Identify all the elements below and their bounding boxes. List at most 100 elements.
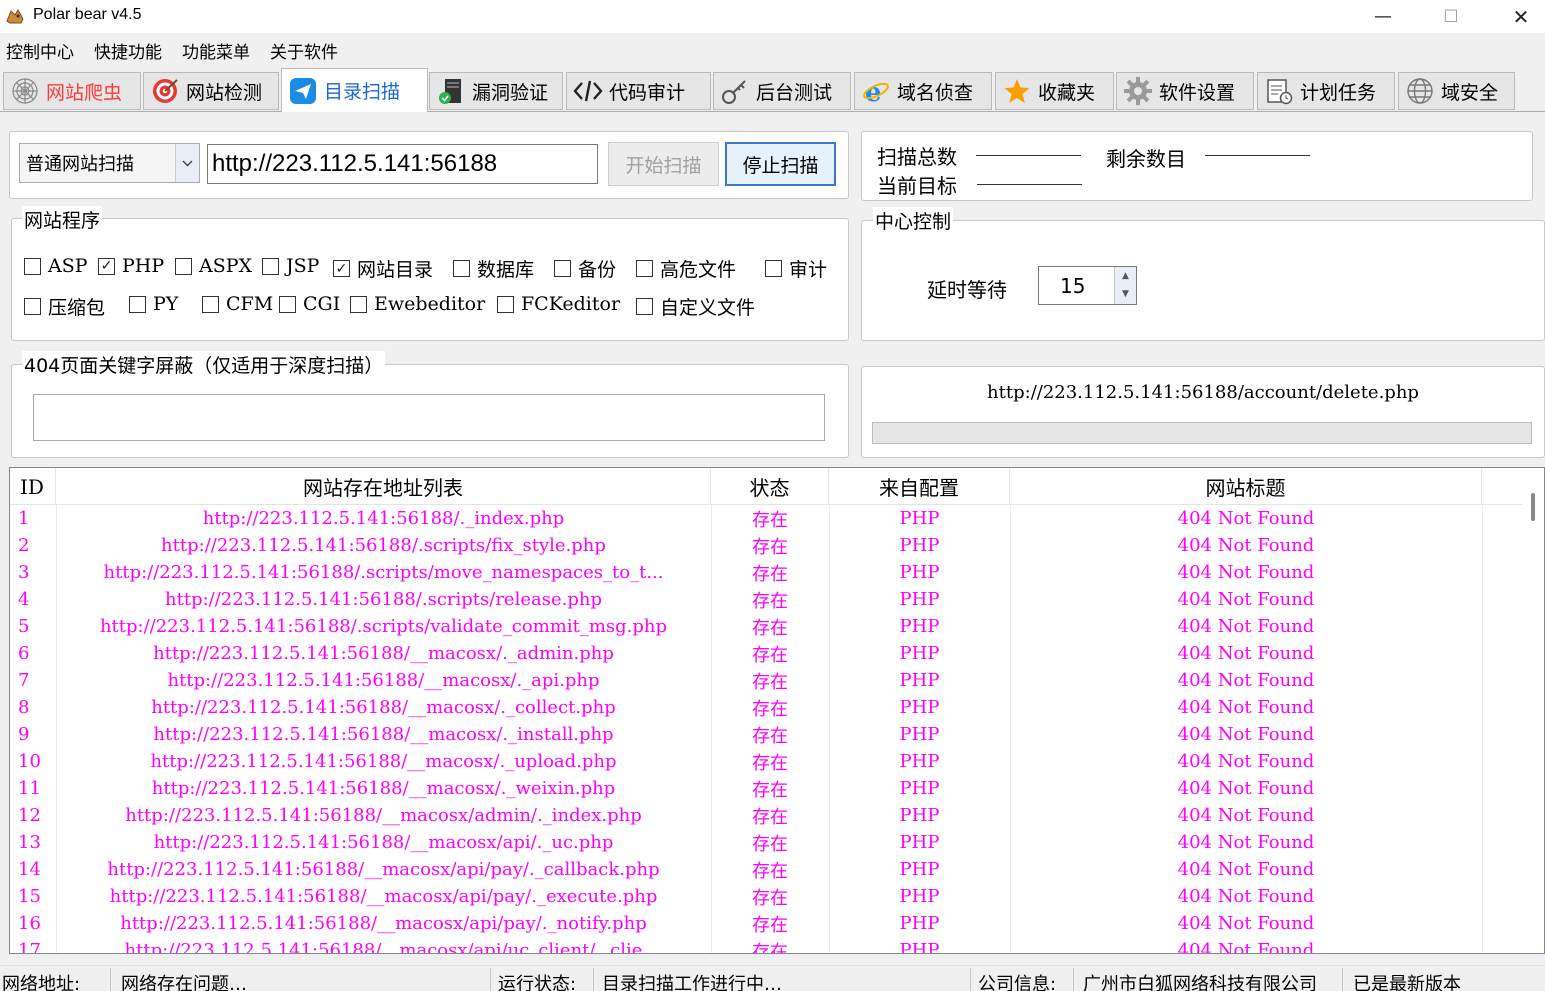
tab-code-audit[interactable]: 代码审计 [566,72,711,110]
menu-item-control-center[interactable]: 控制中心 [6,38,74,63]
close-button[interactable]: ✕ [1498,0,1544,33]
checkbox-box[interactable] [636,298,653,315]
row-title: 404 Not Found [1177,616,1315,637]
checkbox-box[interactable] [350,295,367,313]
row-id: 9 [18,724,30,745]
tab-site-detect[interactable]: 网站检测 [143,72,279,110]
checkbox-database[interactable]: 数据库 [453,255,534,282]
tab-dir-scan[interactable]: 目录扫描 [281,68,428,112]
menu-item-quick-functions[interactable]: 快捷功能 [94,38,162,63]
table-row[interactable]: 8 http://223.112.5.141:56188/__macosx/._c… [10,694,1520,721]
checkbox-cfm[interactable]: CFM [202,293,273,315]
table-row[interactable]: 12 http://223.112.5.141:56188/__macosx/ad… [10,802,1520,829]
row-id: 13 [18,832,41,853]
vertical-scrollbar[interactable] [1522,468,1544,953]
checkbox-py[interactable]: PY [129,293,178,315]
column-header-title[interactable]: 网站标题 [1010,468,1482,505]
chevron-down-icon[interactable]: ▼ [1115,285,1136,303]
tab-spider[interactable]: 网站爬虫 [3,72,141,110]
chevron-down-icon[interactable] [175,144,199,182]
checkbox-risky-files[interactable]: 高危文件 [636,255,736,282]
table-row[interactable]: 9 http://223.112.5.141:56188/__macosx/._i… [10,721,1520,748]
column-header-status[interactable]: 状态 [711,468,829,505]
checkbox-box[interactable] [765,260,782,277]
checkbox-box[interactable] [453,260,470,277]
table-row[interactable]: 4 http://223.112.5.141:56188/.scripts/rel… [10,586,1520,613]
tab-settings[interactable]: 软件设置 [1116,72,1254,110]
minimize-button[interactable]: — [1360,0,1406,33]
checkbox-fckeditor[interactable]: FCKeditor [497,293,620,315]
table-row[interactable]: 13 http://223.112.5.141:56188/__macosx/ap… [10,829,1520,856]
table-row[interactable]: 10 http://223.112.5.141:56188/__macosx/._… [10,748,1520,775]
checkbox-box[interactable] [129,295,146,313]
site-program-title: 网站程序 [22,206,103,233]
table-row[interactable]: 5 http://223.112.5.141:56188/.scripts/val… [10,613,1520,640]
tab-domain-security[interactable]: 域安全 [1398,72,1515,110]
column-header-url[interactable]: 网站存在地址列表 [56,468,711,505]
checkbox-jsp[interactable]: JSP [262,255,319,277]
target-url-input[interactable]: http://223.112.5.141:56188 [207,144,598,184]
checkbox-custom-files[interactable]: 自定义文件 [636,293,755,320]
column-header-id[interactable]: ID [10,468,56,505]
table-row[interactable]: 3 http://223.112.5.141:56188/.scripts/mov… [10,559,1520,586]
table-row[interactable]: 1 http://223.112.5.141:56188/._index.php 存… [10,505,1520,532]
tab-vuln-verify[interactable]: 漏洞验证 [429,72,563,110]
spinner-buttons: ▲ ▼ [1114,267,1136,304]
checkbox-box[interactable] [24,257,41,275]
row-id: 17 [18,940,41,954]
tab-scheduled-tasks[interactable]: 计划任务 [1257,72,1395,110]
row-status: 存在 [752,725,788,747]
table-row[interactable]: 17 http://223.112.5.141:56188/__macosx/ap… [10,937,1520,954]
checkbox-box[interactable] [279,295,296,313]
checkbox-box[interactable] [636,260,653,277]
table-row[interactable]: 7 http://223.112.5.141:56188/__macosx/._a… [10,667,1520,694]
checkbox-box[interactable] [554,260,571,277]
checkbox-asp[interactable]: ASP [24,255,88,277]
menu-item-about[interactable]: 关于软件 [270,38,338,63]
menu-item-function-menu[interactable]: 功能菜单 [182,38,250,63]
scan-mode-select[interactable]: 普通网站扫描 [19,143,200,183]
keyword-filter-input[interactable] [33,394,825,441]
checkbox-archive[interactable]: 压缩包 [24,293,105,320]
row-status: 存在 [752,833,788,855]
net-address-value: 网络存在问题… [121,974,247,991]
table-row[interactable]: 11 http://223.112.5.141:56188/__macosx/._… [10,775,1520,802]
checkbox-cgi[interactable]: CGI [279,293,340,315]
checkbox-label: CFM [226,293,274,315]
column-header-config[interactable]: 来自配置 [829,468,1010,505]
row-config: PHP [899,832,940,853]
check-icon[interactable]: ✓ [333,260,350,277]
row-url: http://223.112.5.141:56188/__macosx/api/… [107,859,660,880]
checkbox-label: ASP [48,255,88,277]
scrollbar-thumb[interactable] [1531,493,1535,521]
checkbox-box[interactable] [175,257,192,275]
total-count-value [976,155,1081,156]
checkbox-site-dir[interactable]: ✓ 网站目录 [333,255,433,282]
tab-label: 目录扫描 [324,81,401,103]
checkbox-audit[interactable]: 审计 [765,255,827,282]
tab-favorites[interactable]: 收藏夹 [995,72,1114,110]
checkbox-ewebeditor[interactable]: Ewebeditor [350,293,485,315]
checkbox-box[interactable] [24,298,41,315]
checkbox-aspx[interactable]: ASPX [175,255,252,277]
table-row[interactable]: 14 http://223.112.5.141:56188/__macosx/ap… [10,856,1520,883]
tab-domain-recon[interactable]: e 域名侦查 [854,72,992,110]
checkbox-box[interactable] [497,295,514,313]
checkbox-box[interactable] [202,295,219,313]
chevron-up-icon[interactable]: ▲ [1115,267,1136,285]
checkbox-php[interactable]: ✓ PHP [98,255,164,277]
check-icon[interactable]: ✓ [98,257,115,275]
checkbox-backup[interactable]: 备份 [554,255,616,282]
tab-backend-test[interactable]: 后台测试 [713,72,851,110]
maximize-button[interactable]: ☐ [1428,0,1474,33]
checkbox-label: CGI [303,293,341,315]
table-row[interactable]: 15 http://223.112.5.141:56188/__macosx/ap… [10,883,1520,910]
delay-spinner[interactable]: 15 ▲ ▼ [1038,266,1137,305]
table-row[interactable]: 2 http://223.112.5.141:56188/.scripts/fix… [10,532,1520,559]
start-scan-button[interactable]: 开始扫描 [608,142,719,186]
stop-scan-button[interactable]: 停止扫描 [725,142,836,186]
checkbox-box[interactable] [262,257,279,275]
table-row[interactable]: 6 http://223.112.5.141:56188/__macosx/._a… [10,640,1520,667]
globe-icon [1405,76,1435,106]
table-row[interactable]: 16 http://223.112.5.141:56188/__macosx/ap… [10,910,1520,937]
